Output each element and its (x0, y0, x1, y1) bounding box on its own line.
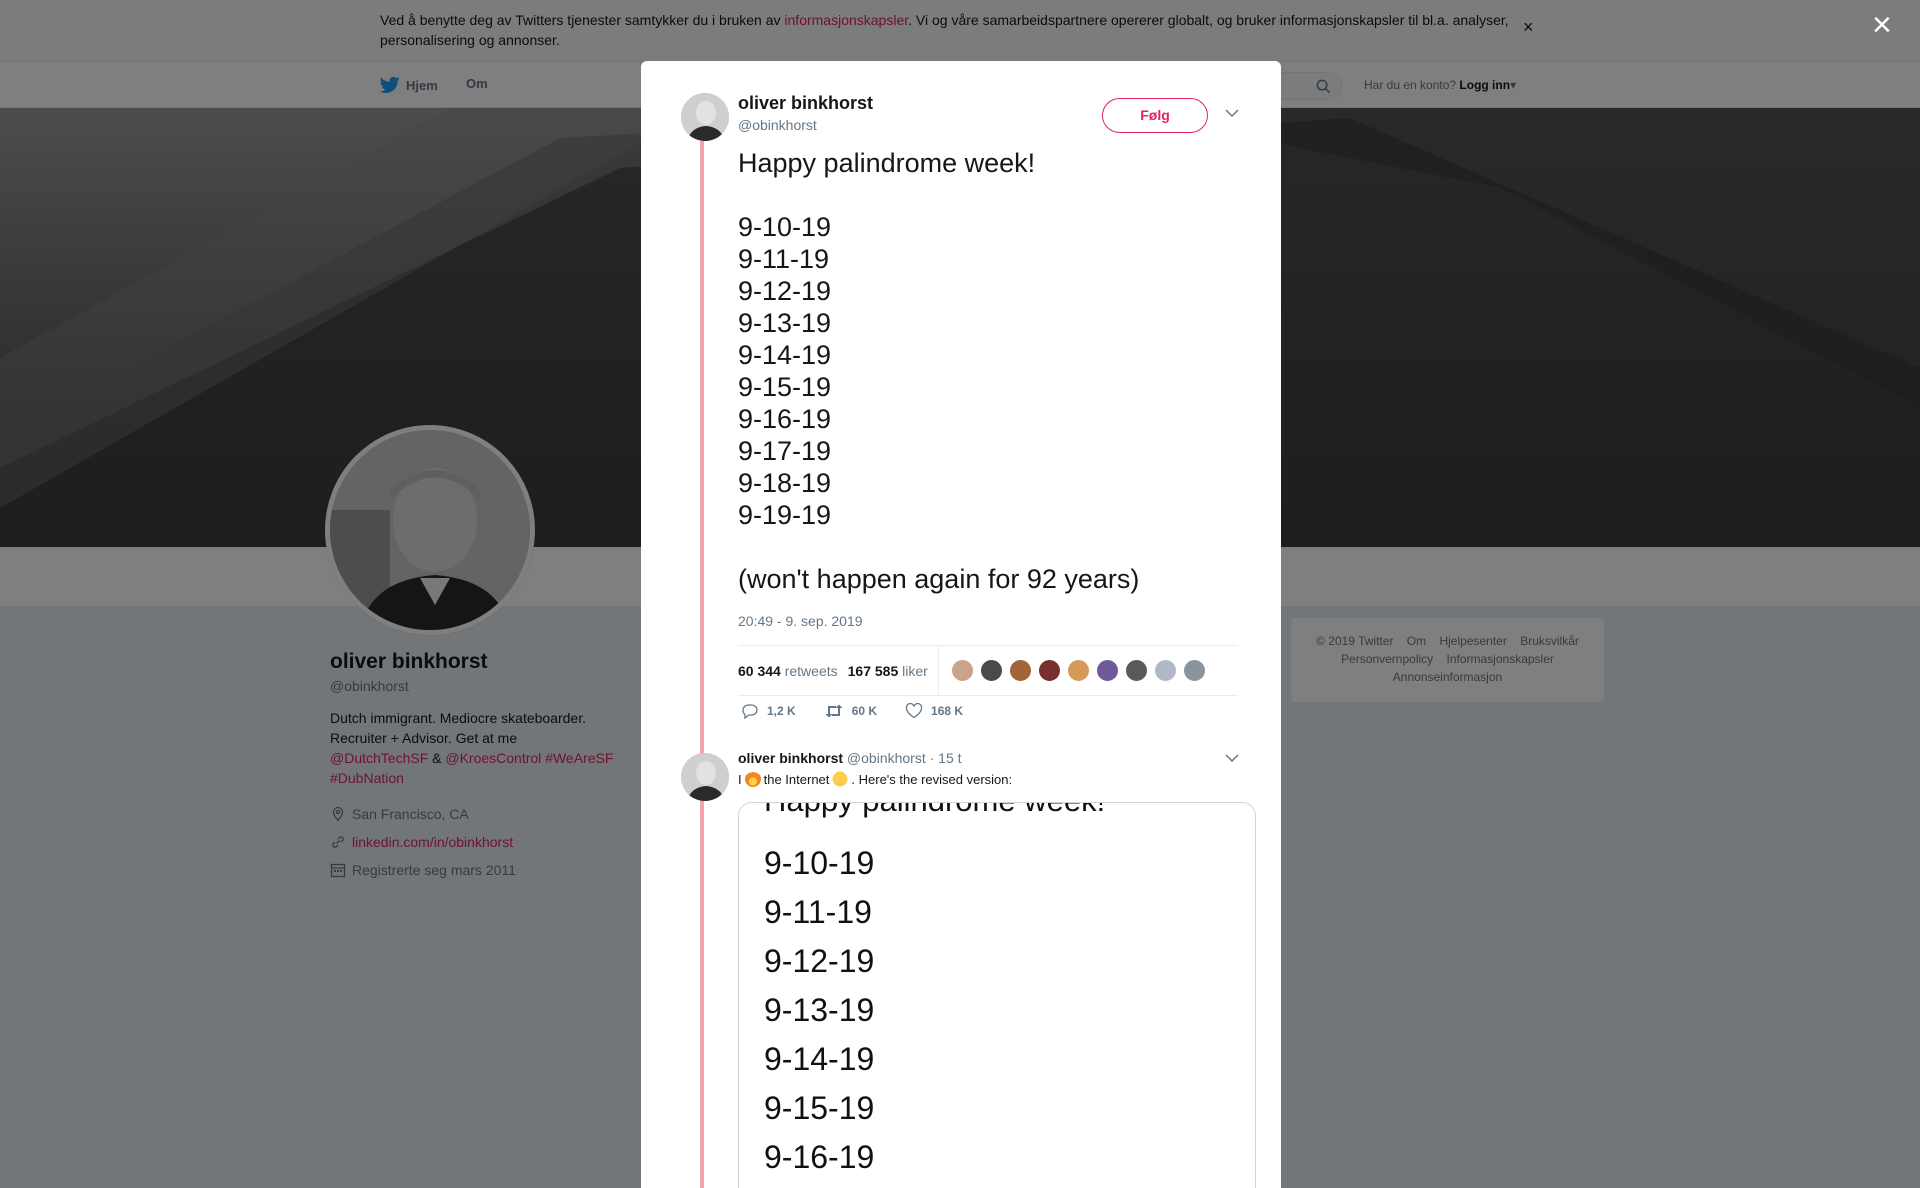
tweet-line: (won't happen again for 92 years) (738, 564, 1140, 594)
liker-avatar[interactable] (1124, 659, 1148, 682)
retweet-count: 60 344 (738, 662, 781, 679)
reply-text-part: the Internet (763, 771, 830, 787)
liker-avatar[interactable] (1153, 659, 1177, 682)
tweet-text: Happy palindrome week! 9-10-19 9-11-19 9… (738, 147, 1139, 595)
liker-avatars (950, 659, 1206, 682)
tweet-line: 9-15-19 (738, 372, 832, 402)
liker-avatar[interactable] (979, 659, 1003, 682)
reply-text-part: . Here's the revised version: (851, 771, 1013, 787)
media-date-line: 9-11-19 (764, 894, 872, 930)
tweet-modal: oliver binkhorst @obinkhorst Følg Happy … (641, 61, 1281, 1188)
tweet-line: 9-13-19 (738, 308, 832, 338)
like-button[interactable]: 168 K (905, 703, 963, 719)
thread-line (700, 141, 704, 1188)
liker-avatar[interactable] (1008, 659, 1032, 682)
reply-time[interactable]: · 15 t (930, 750, 962, 766)
tweet-line: 9-10-19 (738, 212, 832, 242)
author-handle[interactable]: @obinkhorst (738, 117, 817, 133)
like-action-count: 168 K (931, 704, 964, 718)
tweet-timestamp[interactable]: 20:49 - 9. sep. 2019 (738, 613, 863, 629)
retweet-button[interactable]: 60 K (824, 703, 877, 719)
media-date-line: 9-13-19 (764, 992, 875, 1028)
reply-count: 1,2 K (767, 704, 796, 718)
tweet-line: 9-12-19 (738, 276, 832, 306)
tweet-line: 9-17-19 (738, 436, 832, 466)
divider (937, 645, 939, 696)
retweet-icon (825, 704, 843, 718)
reply-icon (742, 704, 758, 719)
reply-button[interactable]: 1,2 K (741, 703, 796, 719)
tweet-line: 9-18-19 (738, 468, 832, 498)
fire-emoji-icon (744, 771, 761, 787)
reply-header: oliver binkhorst @obinkhorst · 15 t (738, 750, 962, 766)
reply-author-avatar[interactable] (681, 753, 729, 801)
reply-text: I the Internet . Here's the revised vers… (738, 771, 1012, 787)
like-stat[interactable]: 167 585 liker (848, 663, 928, 679)
close-icon[interactable]: × (1872, 8, 1892, 42)
media-date-line: 9-14-19 (764, 1041, 875, 1077)
retweet-action-count: 60 K (851, 704, 878, 718)
like-label: liker (902, 662, 928, 679)
tweet-line: 9-11-19 (738, 244, 830, 274)
chevron-down-icon[interactable] (1225, 108, 1239, 118)
like-count: 167 585 (847, 662, 899, 679)
media-title-text: Happy palindrome week! (764, 803, 1105, 821)
reply-author-name[interactable]: oliver binkhorst (738, 750, 843, 766)
tweet-line: 9-14-19 (738, 340, 832, 370)
reply-text-part: I (738, 771, 742, 787)
tweet-actions: 1,2 K 60 K 168 K (741, 703, 991, 719)
retweet-stat[interactable]: 60 344 retweets (738, 663, 838, 679)
media-date-line: 9-16-19 (764, 1139, 875, 1175)
retweet-label: retweets (784, 662, 838, 679)
media-date-line: 9-10-19 (764, 845, 875, 881)
media-date-line: 9-15-19 (764, 1090, 875, 1126)
chevron-down-icon[interactable] (1225, 753, 1239, 763)
author-name[interactable]: oliver binkhorst (738, 93, 873, 114)
liker-avatar[interactable] (1066, 659, 1090, 682)
tweet-line: 9-16-19 (738, 404, 832, 434)
liker-avatar[interactable] (1037, 659, 1061, 682)
liker-avatar[interactable] (1182, 659, 1206, 682)
liker-avatar[interactable] (950, 659, 974, 682)
tweet-line: Happy palindrome week! (738, 148, 1036, 178)
liker-avatar[interactable] (1095, 659, 1119, 682)
author-avatar[interactable] (681, 93, 729, 141)
joy-emoji-icon (832, 771, 849, 787)
reply-author-handle[interactable]: @obinkhorst (847, 750, 926, 766)
follow-button[interactable]: Følg (1102, 98, 1208, 133)
tweet-stats: 60 344 retweets 167 585 liker (738, 645, 1238, 696)
media-date-line: 9-12-19 (764, 943, 875, 979)
reply-media-image[interactable]: Happy palindrome week! 9-10-19 9-11-19 9… (738, 802, 1256, 1188)
tweet-line: 9-19-19 (738, 500, 832, 530)
heart-icon (905, 703, 923, 719)
